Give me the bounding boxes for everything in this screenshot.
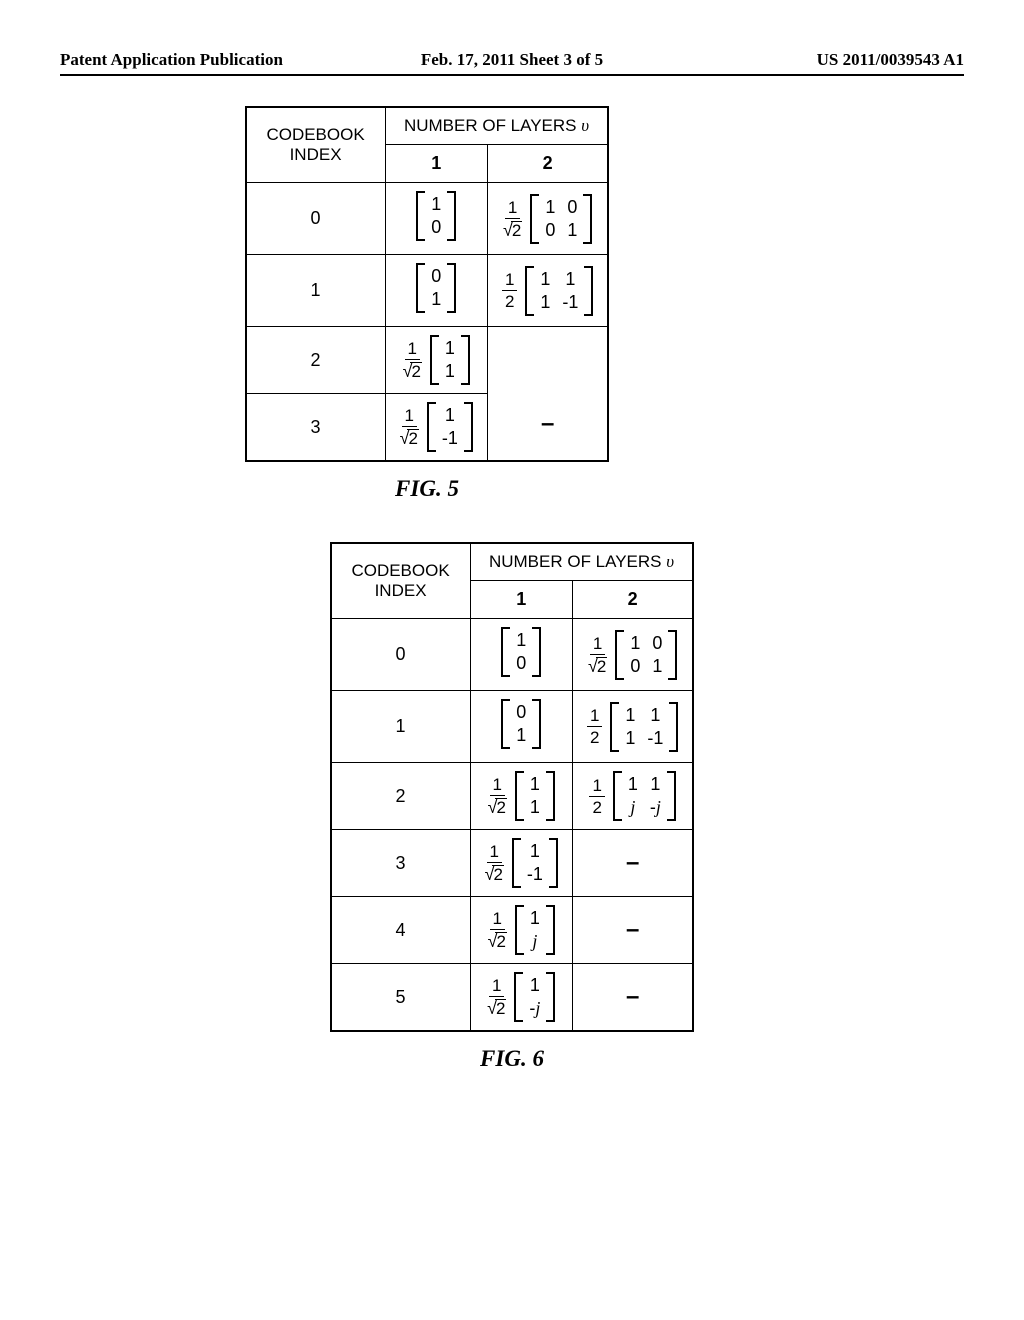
fig6-row-5: 51√21-j– — [331, 964, 694, 1032]
fig6-row-3-index: 3 — [331, 830, 471, 897]
fig5-row-1-index: 1 — [246, 255, 386, 327]
fig6-row-0-layer2: 1√21001 — [572, 619, 693, 691]
fig6-col-layers: NUMBER OF LAYERS υ — [470, 543, 693, 581]
fig6-row-1-index: 1 — [331, 691, 471, 763]
fig6-row-2-layer1: 1√211 — [470, 763, 572, 830]
fig6-row-0-index: 0 — [331, 619, 471, 691]
fig6-table: CODEBOOKINDEXNUMBER OF LAYERS υ120101√21… — [330, 542, 695, 1032]
header-left: Patent Application Publication — [60, 50, 361, 70]
fig6-row-3-layer1: 1√21-1 — [470, 830, 572, 897]
fig6-row-1: 10112111-1 — [331, 691, 694, 763]
fig5-row-0-index: 0 — [246, 183, 386, 255]
fig5-table: CODEBOOKINDEXNUMBER OF LAYERS υ120101√21… — [245, 106, 610, 462]
header-mid: Feb. 17, 2011 Sheet 3 of 5 — [361, 50, 662, 70]
fig6-row-2: 21√2111211j-j — [331, 763, 694, 830]
fig6-row-2-layer2: 1211j-j — [572, 763, 693, 830]
fig5-row-1: 10112111-1 — [246, 255, 609, 327]
fig5-row-0-layer1: 10 — [385, 183, 487, 255]
fig5-row-2-layer2: – — [487, 327, 608, 462]
fig5-layer2-head: 2 — [487, 145, 608, 183]
fig6-row-4: 41√21j– — [331, 897, 694, 964]
fig6-row-0: 0101√21001 — [331, 619, 694, 691]
header-right: US 2011/0039543 A1 — [663, 50, 964, 70]
fig6-col-index: CODEBOOKINDEX — [331, 543, 471, 619]
fig6-row-3: 31√21-1– — [331, 830, 694, 897]
page: Patent Application Publication Feb. 17, … — [0, 0, 1024, 1152]
fig6-row-5-index: 5 — [331, 964, 471, 1032]
header-rule — [60, 74, 964, 76]
fig5-row-0: 0101√21001 — [246, 183, 609, 255]
fig5-caption: FIG. 5 — [395, 476, 459, 502]
fig6-row-0-layer1: 10 — [470, 619, 572, 691]
fig6-row-1-layer2: 12111-1 — [572, 691, 693, 763]
fig5-row-1-layer2: 12111-1 — [487, 255, 608, 327]
fig6-layer1-head: 1 — [470, 581, 572, 619]
fig5-row-1-layer1: 01 — [385, 255, 487, 327]
fig6-row-2-index: 2 — [331, 763, 471, 830]
fig6-row-4-layer2: – — [572, 897, 693, 964]
fig5-layer1-head: 1 — [385, 145, 487, 183]
fig5-row-0-layer2: 1√21001 — [487, 183, 608, 255]
fig6-layer2-head: 2 — [572, 581, 693, 619]
figure-5: CODEBOOKINDEXNUMBER OF LAYERS υ120101√21… — [0, 106, 964, 502]
figure-6: CODEBOOKINDEXNUMBER OF LAYERS υ120101√21… — [60, 542, 964, 1072]
fig5-row-3-layer1: 1√21-1 — [385, 394, 487, 462]
fig5-row-2-index: 2 — [246, 327, 386, 394]
fig5-row-2: 21√211– — [246, 327, 609, 394]
fig6-row-4-index: 4 — [331, 897, 471, 964]
fig6-row-5-layer1: 1√21-j — [470, 964, 572, 1032]
fig5-row-2-layer1: 1√211 — [385, 327, 487, 394]
fig5-row-3-index: 3 — [246, 394, 386, 462]
fig6-row-4-layer1: 1√21j — [470, 897, 572, 964]
fig5-col-index: CODEBOOKINDEX — [246, 107, 386, 183]
fig6-row-1-layer1: 01 — [470, 691, 572, 763]
fig5-col-layers: NUMBER OF LAYERS υ — [385, 107, 608, 145]
fig6-caption: FIG. 6 — [480, 1046, 544, 1072]
fig6-row-3-layer2: – — [572, 830, 693, 897]
page-header: Patent Application Publication Feb. 17, … — [60, 50, 964, 70]
fig6-row-5-layer2: – — [572, 964, 693, 1032]
